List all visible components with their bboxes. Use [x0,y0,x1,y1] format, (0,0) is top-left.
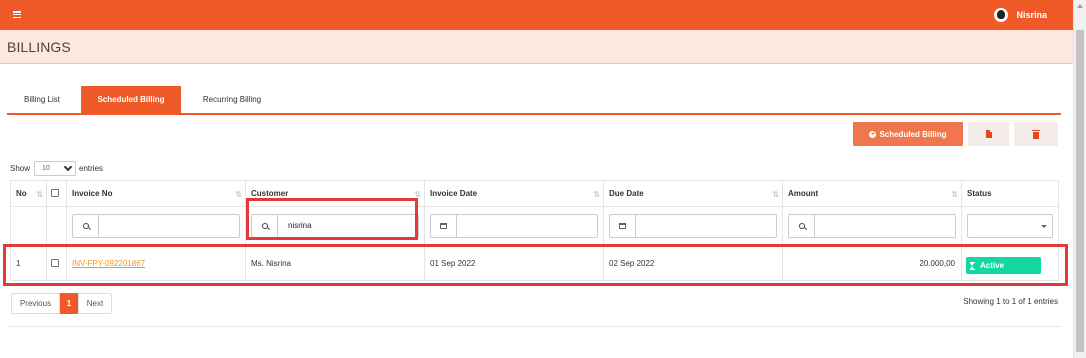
page-1-button[interactable]: 1 [60,293,78,314]
export-pdf-button[interactable] [968,122,1009,146]
add-scheduled-billing-button[interactable]: + Scheduled Billing [853,122,963,146]
sort-icon: ⇅ [414,190,421,199]
column-header-due-date[interactable]: Due Date ⇅ [603,180,783,207]
filter-cell-empty [46,206,67,247]
row-no: 1 [10,246,47,281]
column-header-invoice-date[interactable]: Invoice Date ⇅ [424,180,604,207]
tab-scheduled-billing[interactable]: Scheduled Billing [81,86,181,114]
invoice-no-cell: INV-FPY-092201867 [66,246,246,281]
caret-down-icon [1041,225,1047,228]
vertical-scrollbar[interactable] [1073,0,1086,358]
filter-cell-status [961,206,1059,247]
sort-icon: ⇅ [951,190,958,199]
sort-icon: ⇅ [36,190,43,199]
page-title: BILLINGS [7,39,71,55]
customer-filter-value: nisrina [288,221,312,230]
chevron-down-icon [63,162,73,171]
user-menu[interactable]: Nisrina [994,7,1047,23]
invoice-link[interactable]: INV-FPY-092201867 [72,259,145,268]
calendar-icon [440,223,447,229]
add-scheduled-billing-label: Scheduled Billing [879,129,947,139]
search-icon [798,223,805,229]
column-header-customer[interactable]: Customer ⇅ [245,180,425,207]
status-filter-select[interactable] [967,214,1053,238]
customer-filter-input[interactable]: nisrina [251,214,419,238]
entries-per-page-select[interactable]: 10 [34,160,77,176]
due-date-cell: 02 Sep 2022 [603,246,783,281]
filter-cell-customer: nisrina [245,206,425,247]
sort-icon: ⇅ [772,190,779,199]
amount-filter-input[interactable] [788,214,956,238]
next-page-button[interactable]: Next [78,293,112,314]
entries-value: 10 [42,164,50,172]
sort-icon: ⇅ [593,190,600,199]
delete-button[interactable] [1014,122,1058,146]
tab-recurring-billing[interactable]: Recurring Billing [187,86,277,114]
filter-cell-amount [782,206,962,247]
show-entries-control: Show 10 entries [10,160,103,176]
row-select-cell [46,246,67,281]
user-name: Nisrina [1016,10,1047,20]
divider [7,326,1062,327]
calendar-icon [619,223,626,229]
hamburger-menu-icon[interactable] [13,11,21,19]
invoice-date-filter-input[interactable] [430,214,598,238]
amount-cell: 20.000,00 [782,246,962,281]
status-cell: Active [961,246,1059,281]
select-all-header [46,180,67,207]
column-header-amount[interactable]: Amount ⇅ [782,180,962,207]
table-info: Showing 1 to 1 of 1 entries [963,297,1058,306]
pagination: Previous 1 Next [11,293,112,315]
invoice-no-filter-input[interactable] [72,214,240,238]
tab-billing-list[interactable]: Billing List [7,86,77,114]
due-date-filter-input[interactable] [609,214,777,238]
customer-cell: Ms. Nisrina [245,246,425,281]
top-navbar: Nisrina [0,0,1073,30]
column-header-no[interactable]: No ⇅ [10,180,47,207]
billing-tabs: Billing List Scheduled Billing Recurring… [7,86,1061,115]
filter-cell-empty [10,206,47,247]
search-icon [261,223,268,229]
filter-cell-invoice-date [424,206,604,247]
filter-row: nisrina [10,206,1059,247]
page-header: BILLINGS [0,30,1073,64]
entries-suffix: entries [79,163,104,173]
billing-table: No ⇅ Invoice No ⇅ Customer ⇅ Invoice Dat… [10,180,1059,281]
search-icon [82,223,89,229]
scroll-up-arrow-icon[interactable] [1077,4,1083,8]
select-all-checkbox[interactable] [51,188,59,197]
plus-circle-icon: + [869,130,877,138]
column-header-status[interactable]: Status [961,180,1059,207]
hourglass-icon [970,261,975,270]
status-badge: Active [966,257,1041,274]
show-label: Show [10,163,31,173]
file-pdf-icon [985,130,992,138]
row-checkbox[interactable] [51,258,59,267]
column-header-invoice-no[interactable]: Invoice No ⇅ [66,180,246,207]
avatar [994,8,1009,22]
sort-icon: ⇅ [235,190,242,199]
invoice-date-cell: 01 Sep 2022 [424,246,604,281]
table-row: 1 INV-FPY-092201867 Ms. Nisrina 01 Sep 2… [10,246,1059,281]
trash-icon [1032,129,1040,139]
filter-cell-due-date [603,206,783,247]
scrollbar-thumb[interactable] [1076,30,1084,352]
filter-cell-invoice-no [66,206,246,247]
previous-page-button[interactable]: Previous [11,293,60,314]
